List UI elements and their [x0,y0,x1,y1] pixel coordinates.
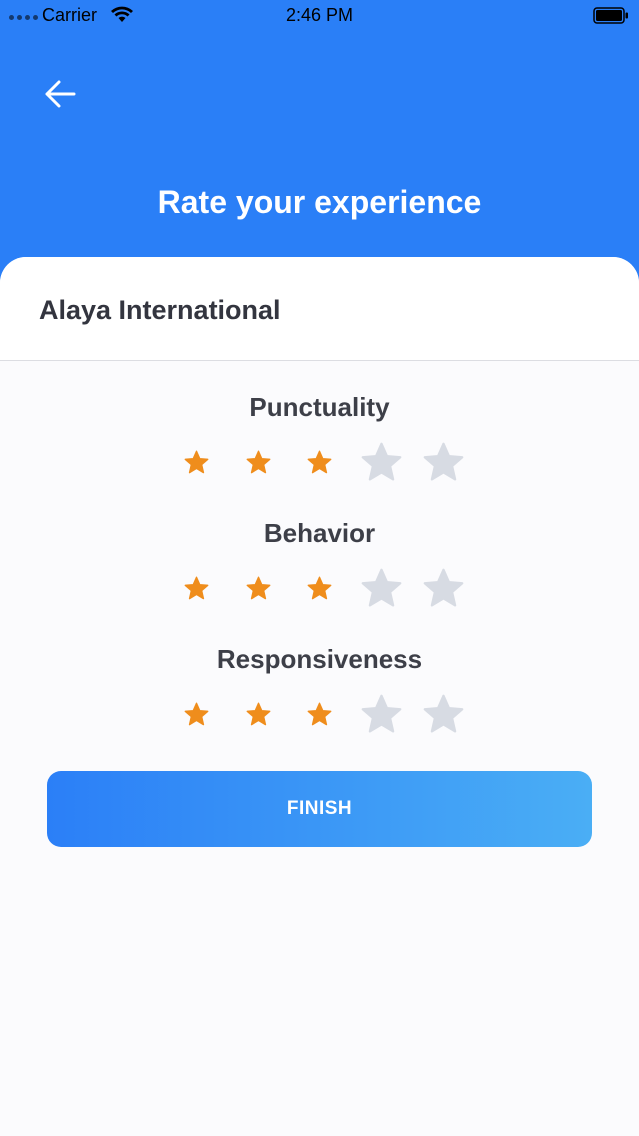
star-empty-icon[interactable] [413,563,473,613]
company-header: Alaya International [0,257,639,361]
rating-label-behavior: Behavior [263,518,376,548]
star-rating-punctuality [166,437,476,487]
star-filled-icon[interactable] [166,689,226,739]
star-filled-icon[interactable] [289,437,349,487]
star-rating-responsiveness [166,689,476,739]
star-empty-icon[interactable] [351,689,411,739]
finish-button[interactable]: FINISH [47,771,592,847]
star-filled-icon[interactable] [289,689,349,739]
battery-icon [593,7,628,24]
star-filled-icon[interactable] [228,689,288,739]
back-button[interactable] [38,72,82,116]
page-title: Rate your experience [157,184,482,220]
star-empty-icon[interactable] [351,563,411,613]
star-rating-behavior [166,563,476,613]
star-filled-icon[interactable] [166,437,226,487]
star-empty-icon[interactable] [413,689,473,739]
star-empty-icon[interactable] [351,437,411,487]
status-bar: Carrier 2:46 PM [0,0,639,32]
star-filled-icon[interactable] [166,563,226,613]
arrow-left-icon [45,80,76,108]
star-filled-icon[interactable] [228,437,288,487]
header-bar: Carrier 2:46 PM Rate your experience [0,0,639,300]
rating-label-responsiveness: Responsiveness [216,644,423,674]
star-empty-icon[interactable] [413,437,473,487]
rating-label-punctuality: Punctuality [249,392,390,422]
star-filled-icon[interactable] [289,563,349,613]
star-filled-icon[interactable] [228,563,288,613]
company-name: Alaya International [39,295,281,325]
status-time: 2:46 PM [285,5,354,25]
